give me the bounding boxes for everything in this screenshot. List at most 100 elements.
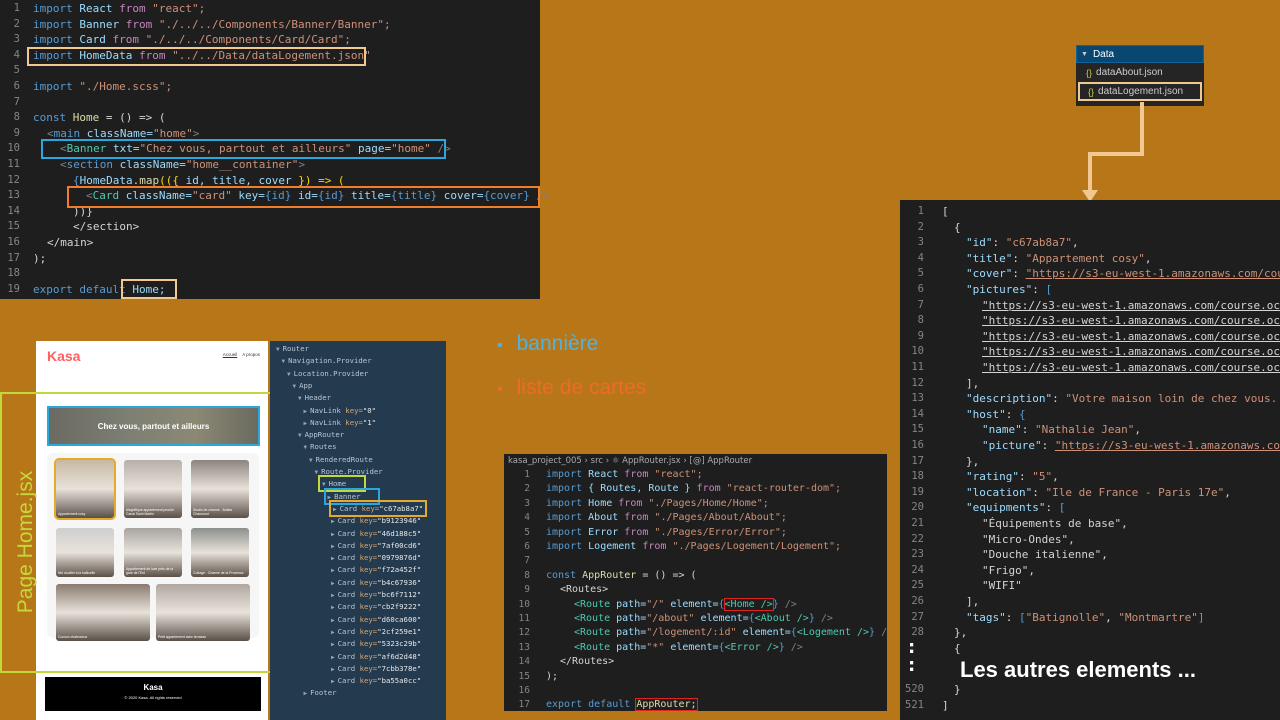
line-number: 19 — [911, 485, 924, 498]
line-number: 15 — [911, 423, 924, 436]
json-line-14: "host": { — [966, 407, 1026, 421]
triangle-expanded-icon[interactable]: ▼ — [298, 392, 302, 405]
tree-node[interactable]: ▶ Banner — [323, 487, 381, 505]
line-number: 24 — [911, 563, 924, 576]
router-line-6: import Logement from "./Pages/Logement/L… — [546, 541, 842, 552]
tree-node[interactable]: ▶ Card key="c67ab8a7" — [328, 499, 428, 517]
line-number: 9 — [524, 584, 530, 596]
home-jsx-code-panel: 1 2 3 4 5 6 7 8 9 10 11 12 13 14 15 16 17 18 19 import Rea… — [0, 0, 550, 299]
folder-data-row[interactable]: ▼ Data — [1076, 45, 1204, 63]
json-line-1: [ — [942, 205, 949, 218]
tree-node[interactable]: ▶ Card key="7af00cd6" — [331, 539, 421, 552]
tree-node[interactable]: ▶ Card key="bc6f7112" — [331, 588, 421, 601]
file-item-selected[interactable]: {} dataLogement.json — [1078, 82, 1202, 101]
ellipsis-dots: : — [908, 637, 916, 658]
tree-node[interactable]: ▶ Footer — [304, 686, 337, 699]
file-explorer: ▼ Data {} dataAbout.json {} dataLogement… — [1076, 45, 1204, 106]
line-number: 10 — [911, 345, 924, 358]
chevron-down-icon: ▼ — [1081, 50, 1088, 58]
router-line-9: <Routes> — [560, 584, 609, 596]
triangle-expanded-icon[interactable]: ▼ — [293, 380, 297, 393]
tree-node[interactable]: ▼ Router — [276, 342, 309, 355]
tree-node[interactable]: ▶ Card key="cb2f9222" — [331, 600, 421, 613]
tree-node[interactable]: ▶ Card key="af6d2d48" — [331, 650, 421, 663]
tree-node[interactable]: ▶ Card key="7cbb378e" — [331, 662, 421, 675]
tree-node[interactable]: ▼ Navigation.Provider — [282, 354, 372, 367]
tree-node[interactable]: ▼ Header — [298, 391, 331, 404]
router-line-8: const AppRouter = () => ( — [546, 569, 697, 581]
line-number: 3 — [524, 497, 530, 509]
tree-node[interactable]: ▼ AppRouter — [298, 428, 344, 441]
json-line-11: "https://s3-eu-west-1.amazonaws.com/cour… — [982, 361, 1280, 374]
line-number: 8 — [13, 111, 20, 124]
line-number: 9 — [917, 329, 924, 342]
tree-node[interactable]: ▶ Card key="0979876d" — [331, 551, 421, 564]
tree-node[interactable]: ▼ Route.Provider — [315, 465, 383, 478]
triangle-expanded-icon[interactable]: ▼ — [315, 466, 319, 479]
tree-node[interactable]: ▼ App — [293, 379, 313, 392]
nav-link-accueil[interactable]: Accueil — [223, 352, 238, 357]
triangle-expanded-icon[interactable]: ▼ — [287, 368, 291, 381]
triangle-expanded-icon[interactable]: ▶ — [304, 687, 308, 700]
line-number: 5 — [13, 64, 20, 77]
tree-node[interactable]: ▶ Card key="2cf259e1" — [331, 625, 421, 638]
ellipsis-dots: : — [908, 655, 916, 676]
line-number: 16 — [518, 685, 530, 696]
tree-node[interactable]: ▶ Card key="5323c29b" — [331, 637, 421, 650]
line-number: 7 — [917, 298, 924, 311]
tree-node[interactable]: ▼ Routes — [304, 440, 337, 453]
triangle-expanded-icon[interactable]: ▼ — [276, 343, 280, 356]
tree-node[interactable]: ▶ NavLink key="1" — [304, 416, 377, 429]
line-number: 13 — [911, 392, 924, 405]
line-number: 17 — [7, 251, 20, 264]
router-line-10: <Route path="/" element={<Home />} /> — [574, 597, 797, 611]
file-item[interactable]: {} dataAbout.json — [1076, 63, 1204, 82]
line-number: 7 — [13, 95, 20, 108]
code-line-10: <Banner txt="Chez vous, partout et aille… — [60, 142, 451, 156]
json-line-8: "https://s3-eu-west-1.amazonaws.com/cour… — [982, 314, 1280, 328]
triangle-expanded-icon[interactable]: ▼ — [304, 441, 308, 454]
line-number: 23 — [911, 548, 924, 561]
tree-node[interactable]: ▶ NavLink key="0" — [304, 404, 377, 417]
json-line-4: "title": "Appartement cosy", — [966, 251, 1152, 265]
triangle-expanded-icon[interactable]: ▼ — [309, 454, 313, 467]
router-line-15: ); — [546, 670, 559, 682]
tree-node[interactable]: ▶ Card key="46d188c5" — [331, 527, 421, 540]
router-line-4: import About from "./Pages/About/About"; — [546, 512, 787, 524]
line-number: 1 — [917, 205, 924, 217]
line-number: 6 — [917, 283, 924, 295]
tree-node[interactable]: ▶ Card key="f72a452f" — [331, 563, 421, 576]
line-number: 18 — [911, 470, 924, 483]
json-line-23: "Douche italienne", — [982, 548, 1108, 562]
json-line-25: "WIFI" — [982, 579, 1022, 593]
tree-node[interactable]: ▶ Card key="ba55a0cc" — [331, 674, 421, 687]
tree-node[interactable]: ▼ Location.Provider — [287, 367, 368, 380]
line-number: 11 — [7, 158, 20, 170]
line-number: 3 — [917, 236, 924, 249]
tree-node[interactable]: ▶ Card key="b4c67936" — [331, 576, 421, 589]
tree-node[interactable]: ▼ Home — [317, 475, 367, 493]
triangle-expanded-icon[interactable]: ▼ — [282, 355, 286, 368]
site-logo[interactable]: Kasa — [47, 348, 80, 364]
page-label: Page Home.jsx — [14, 470, 37, 614]
line-number: 27 — [911, 610, 924, 623]
tree-node[interactable]: ▶ Card key="b9123946" — [331, 514, 421, 527]
json-line-21: "Équipements de base", — [982, 517, 1128, 530]
line-number-520: 520 — [905, 683, 924, 695]
router-line-3: import Home from "./Pages/Home/Home"; — [546, 497, 769, 509]
line-number: 13 — [518, 641, 530, 653]
nav-link-apropos[interactable]: A propos — [242, 352, 260, 357]
json-line-2: { — [954, 220, 961, 234]
line-number: 5 — [917, 267, 924, 280]
router-line-12: <Route path="/logement/:id" element={<Lo… — [574, 627, 887, 639]
json-line-3: "id": "c67ab8a7", — [966, 236, 1079, 250]
tree-node[interactable]: ▼ RenderedRoute — [309, 453, 373, 466]
code-line-13: <Card className="card" key={id} id={id} … — [86, 189, 550, 203]
code-line-6: import "./Home.scss"; — [33, 80, 173, 93]
connector-arrow — [1082, 102, 1144, 202]
tree-node[interactable]: ▶ Card key="d60ca600" — [331, 613, 421, 626]
json-code-panel: 1 2 3 4 5 6 7 8 9 10 11 12 13 14 15 16 17 18 19 20 21 22 23 24 2… — [900, 200, 1280, 720]
json-line-15: "name": "Nathalie Jean", — [982, 423, 1141, 437]
triangle-expanded-icon[interactable]: ▼ — [298, 429, 302, 442]
line-number: 14 — [518, 656, 530, 668]
